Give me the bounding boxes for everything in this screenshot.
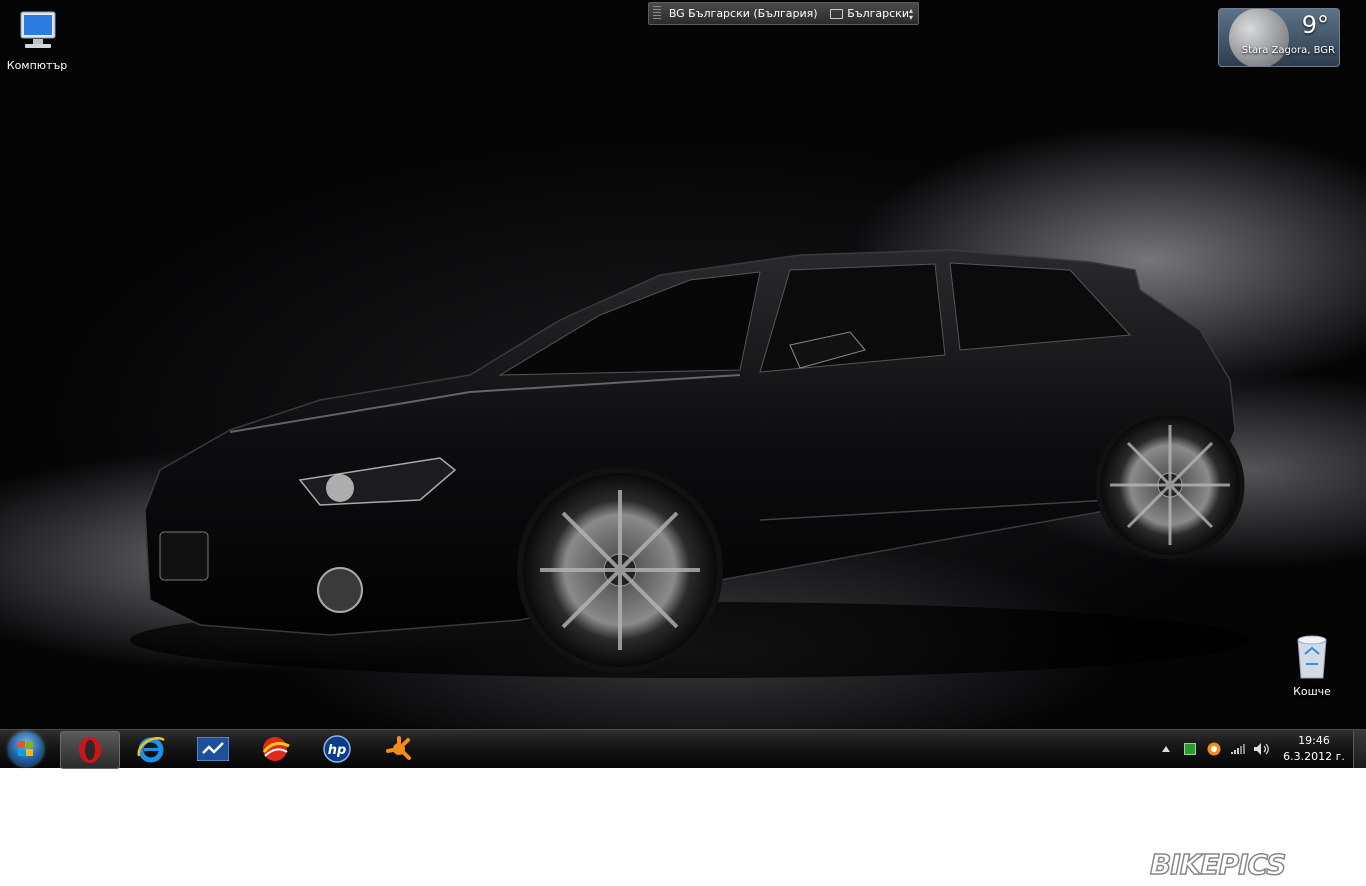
app-icon	[197, 737, 229, 761]
start-button[interactable]	[0, 730, 52, 768]
opera-icon	[79, 737, 101, 763]
keyboard-layout[interactable]: Български	[847, 7, 909, 20]
tray-volume-button[interactable]	[1250, 730, 1274, 768]
desktop-icon-label: Кошче	[1293, 685, 1331, 698]
taskbar-app-button[interactable]	[184, 730, 242, 768]
clock-time: 19:46	[1298, 734, 1330, 747]
start-orb-icon	[9, 732, 43, 766]
speaker-icon	[1254, 743, 1269, 755]
show-desktop-button[interactable]	[1353, 730, 1366, 768]
language-bar[interactable]: BG Български (България) Български ▴ ▾	[648, 2, 919, 25]
watermark-logo: BIKEPICS	[1149, 847, 1287, 882]
taskbar-clock[interactable]: 19:46 6.3.2012 г.	[1280, 733, 1348, 765]
show-hidden-icons-button[interactable]	[1154, 730, 1178, 768]
media-center-icon	[262, 737, 290, 761]
weather-location: Stara Zagora, BGR	[1241, 45, 1335, 56]
recycle-bin-icon	[1297, 635, 1327, 679]
hp-icon: hp	[323, 735, 351, 763]
tray-network-button[interactable]	[1226, 730, 1250, 768]
desktop-icon-recycle-bin[interactable]: Кошче	[1272, 632, 1352, 698]
tray-avast-button[interactable]	[1202, 730, 1226, 768]
taskbar-opera-button[interactable]	[60, 731, 120, 769]
tray-green-app-button[interactable]	[1178, 730, 1202, 768]
desktop-icon-label: Компютър	[6, 59, 68, 72]
internet-explorer-icon	[137, 737, 165, 763]
avast-tray-icon	[1207, 742, 1221, 756]
network-signal-icon	[1231, 744, 1245, 754]
desktop-icon-computer[interactable]: Компютър	[0, 10, 77, 72]
taskbar-internet-explorer-button[interactable]	[122, 730, 180, 768]
weather-temperature: 9°	[1301, 11, 1329, 39]
keyboard-icon	[829, 8, 844, 19]
taskbar-hp-button[interactable]: hp	[308, 730, 366, 768]
desktop[interactable]: Компютър Кошче BG Български (България) Б…	[0, 0, 1366, 729]
chevron-up-icon	[1162, 746, 1170, 752]
taskbar: hp 19:46 6.3.2012 г.	[0, 729, 1366, 769]
input-language[interactable]: BG Български (България)	[669, 7, 818, 20]
notification-area	[1154, 730, 1274, 768]
moon-icon	[1229, 9, 1289, 66]
grip-handle[interactable]	[653, 6, 661, 21]
wallpaper-car-image	[130, 249, 1250, 678]
options-chevron-icon[interactable]: ▴ ▾	[909, 6, 913, 21]
taskbar-media-center-button[interactable]	[246, 730, 304, 768]
weather-gadget[interactable]: 9° Stara Zagora, BGR	[1218, 8, 1340, 67]
clock-date: 6.3.2012 г.	[1283, 750, 1345, 763]
taskbar-avast-button[interactable]	[370, 730, 428, 768]
svg-text:hp: hp	[328, 743, 347, 758]
avast-icon	[386, 736, 411, 760]
green-square-icon	[1184, 743, 1196, 755]
computer-icon	[20, 11, 56, 48]
